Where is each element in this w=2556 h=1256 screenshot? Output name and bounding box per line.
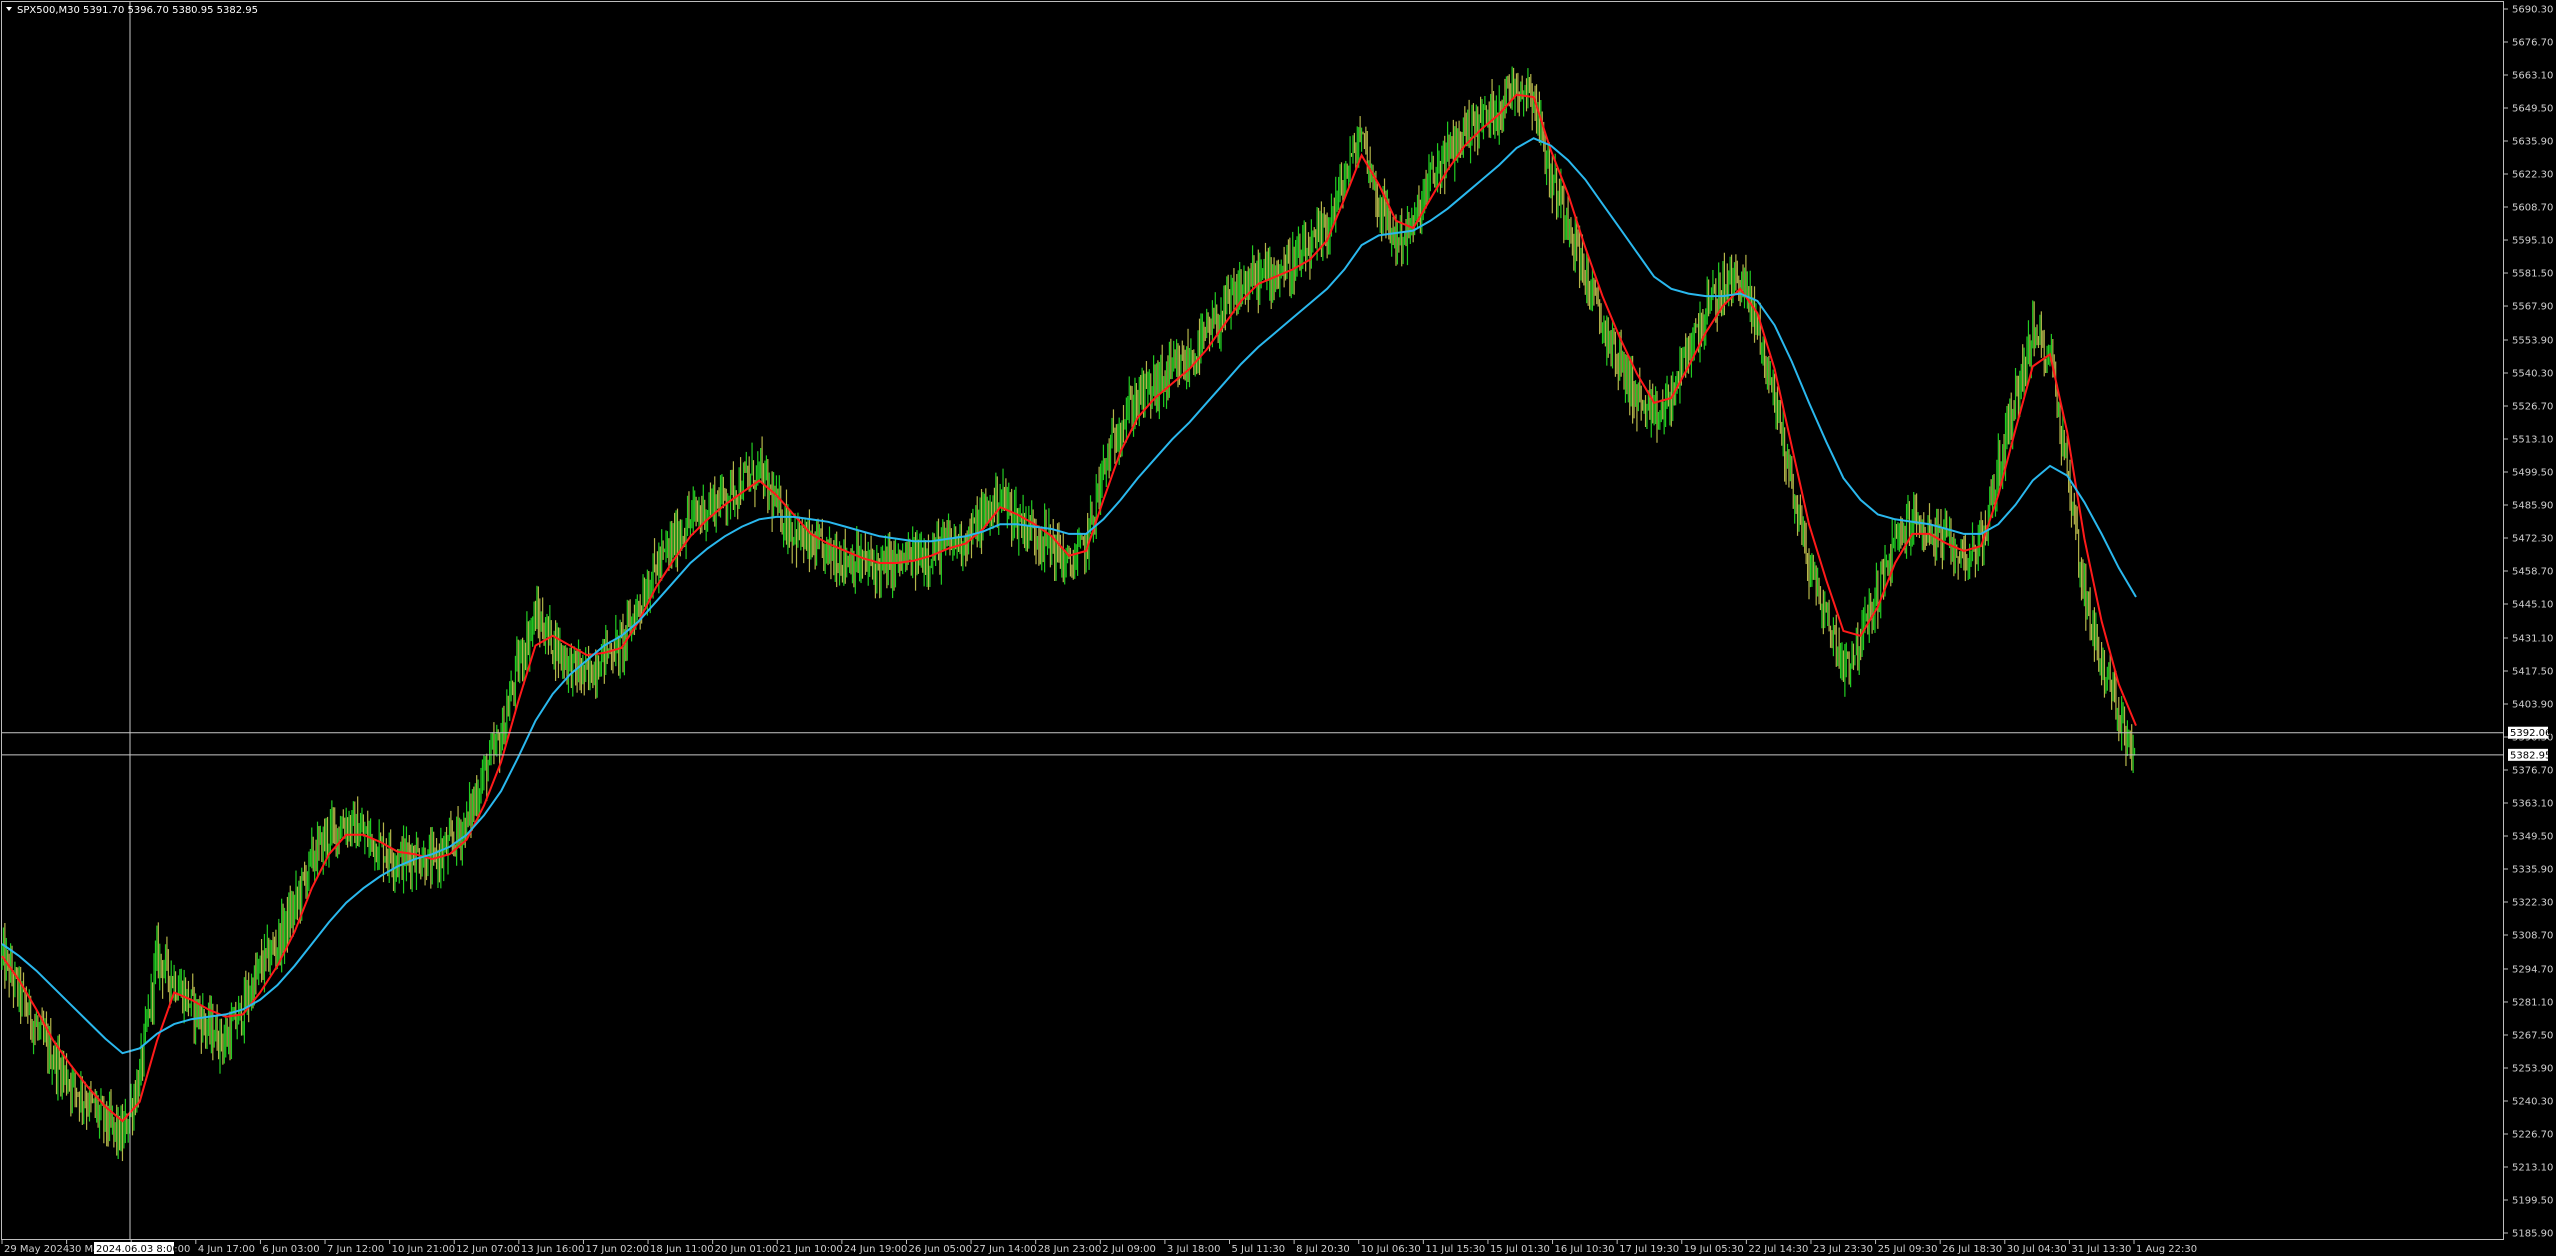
y-tick-label: 5335.90 — [2512, 865, 2553, 876]
y-tick-label: 5676.70 — [2512, 38, 2553, 49]
y-tick-label: 5363.10 — [2512, 798, 2553, 809]
x-tick-label: 22 Jul 14:30 — [1748, 1244, 1808, 1255]
y-tick-label: 5690.30 — [2512, 5, 2553, 16]
x-tick-label: 24 Jun 19:00 — [844, 1244, 908, 1255]
y-tick-label: 5403.90 — [2512, 699, 2553, 710]
x-tick-label: 15 Jul 01:30 — [1490, 1244, 1550, 1255]
y-tick-label: 5526.70 — [2512, 401, 2553, 412]
crosshair-price-label: 5392.06 — [2510, 728, 2551, 739]
y-tick-label: 5540.30 — [2512, 368, 2553, 379]
y-tick-label: 5445.10 — [2512, 600, 2553, 611]
y-tick-label: 5253.90 — [2512, 1063, 2553, 1074]
x-tick-label: 27 Jun 14:00 — [973, 1244, 1037, 1255]
x-tick-label: 7 Jun 12:00 — [327, 1244, 384, 1255]
x-tick-label: 11 Jul 15:30 — [1425, 1244, 1485, 1255]
y-tick-label: 5308.70 — [2512, 931, 2553, 942]
x-tick-label: 19 Jul 05:30 — [1684, 1244, 1744, 1255]
symbol-info-text: SPX500,M30 5391.70 5396.70 5380.95 5382.… — [17, 5, 258, 16]
x-tick-label: 10 Jun 21:00 — [392, 1244, 456, 1255]
x-tick-label: 5 Jul 11:30 — [1232, 1244, 1286, 1255]
y-tick-label: 5663.10 — [2512, 71, 2553, 82]
price-chart[interactable]: 5690.30 5676.70 5663.10 5649.50 5635.90 5622.… — [0, 0, 2556, 1256]
x-tick-label: 20 Jun 01:00 — [715, 1244, 779, 1255]
x-tick-label: 16 Jul 10:30 — [1555, 1244, 1615, 1255]
current-price-label: 5382.95 — [2510, 750, 2551, 761]
x-tick-label: 21 Jun 10:00 — [779, 1244, 843, 1255]
x-tick-label: 28 Jun 23:00 — [1038, 1244, 1102, 1255]
y-tick-label: 5281.10 — [2512, 997, 2553, 1008]
x-tick-label: 17 Jul 19:30 — [1619, 1244, 1679, 1255]
x-tick-label: 18 Jun 11:00 — [650, 1244, 714, 1255]
y-tick-label: 5226.70 — [2512, 1129, 2553, 1140]
y-tick-label: 5240.30 — [2512, 1096, 2553, 1107]
x-tick-label: 26 Jul 18:30 — [1942, 1244, 2002, 1255]
x-tick-label: 13 Jun 16:00 — [521, 1244, 585, 1255]
y-tick-label: 5553.90 — [2512, 335, 2553, 346]
y-tick-label: 5376.70 — [2512, 765, 2553, 776]
y-tick-label: 5199.50 — [2512, 1195, 2553, 1206]
x-tick-label: 17 Jun 02:00 — [585, 1244, 649, 1255]
y-tick-label: 5458.70 — [2512, 567, 2553, 578]
x-tick-label: 2 Jul 09:00 — [1102, 1244, 1156, 1255]
x-tick-label: 31 Jul 13:30 — [2071, 1244, 2131, 1255]
y-tick-label: 5213.10 — [2512, 1162, 2553, 1173]
y-tick-label: 5567.90 — [2512, 302, 2553, 313]
y-tick-label: 5513.10 — [2512, 435, 2553, 446]
y-tick-label: 5581.50 — [2512, 269, 2553, 280]
y-tick-label: 5185.90 — [2512, 1229, 2553, 1240]
x-tick-label: 10 Jul 06:30 — [1361, 1244, 1421, 1255]
y-tick-label: 5499.50 — [2512, 468, 2553, 479]
x-tick-label: 25 Jul 09:30 — [1878, 1244, 1938, 1255]
x-tick-label: 1 Aug 22:30 — [2136, 1244, 2197, 1255]
y-tick-label: 5322.30 — [2512, 898, 2553, 909]
x-tick-label: 4 Jun 17:00 — [198, 1244, 255, 1255]
x-tick-label: 23 Jul 23:30 — [1813, 1244, 1873, 1255]
y-tick-label: 5431.10 — [2512, 633, 2553, 644]
y-tick-label: 5349.50 — [2512, 832, 2553, 843]
y-tick-label: 5622.30 — [2512, 170, 2553, 181]
y-tick-label: 5485.90 — [2512, 501, 2553, 512]
y-tick-label: 5608.70 — [2512, 203, 2553, 214]
y-tick-label: 5294.70 — [2512, 964, 2553, 975]
y-tick-label: 5472.30 — [2512, 534, 2553, 545]
symbol-header[interactable]: SPX500,M30 5391.70 5396.70 5380.95 5382.… — [6, 5, 258, 16]
y-tick-label: 5649.50 — [2512, 104, 2553, 115]
y-tick-label: 5635.90 — [2512, 137, 2553, 148]
x-tick-label: 26 Jun 05:00 — [908, 1244, 972, 1255]
crosshair-time-label: 2024.06.03 8:00 — [96, 1244, 179, 1255]
y-tick-label: 5267.50 — [2512, 1030, 2553, 1041]
x-tick-label: 30 Jul 04:30 — [2007, 1244, 2067, 1255]
x-tick-label: 8 Jul 20:30 — [1296, 1244, 1350, 1255]
y-tick-label: 5417.50 — [2512, 666, 2553, 677]
y-tick-label: 5595.10 — [2512, 236, 2553, 247]
x-tick-label: 12 Jun 07:00 — [456, 1244, 520, 1255]
x-tick-label: 29 May 2024 — [4, 1244, 69, 1255]
chart-background — [0, 0, 2556, 1256]
x-tick-label: 6 Jun 03:00 — [262, 1244, 319, 1255]
x-tick-label: 3 Jul 18:00 — [1167, 1244, 1221, 1255]
